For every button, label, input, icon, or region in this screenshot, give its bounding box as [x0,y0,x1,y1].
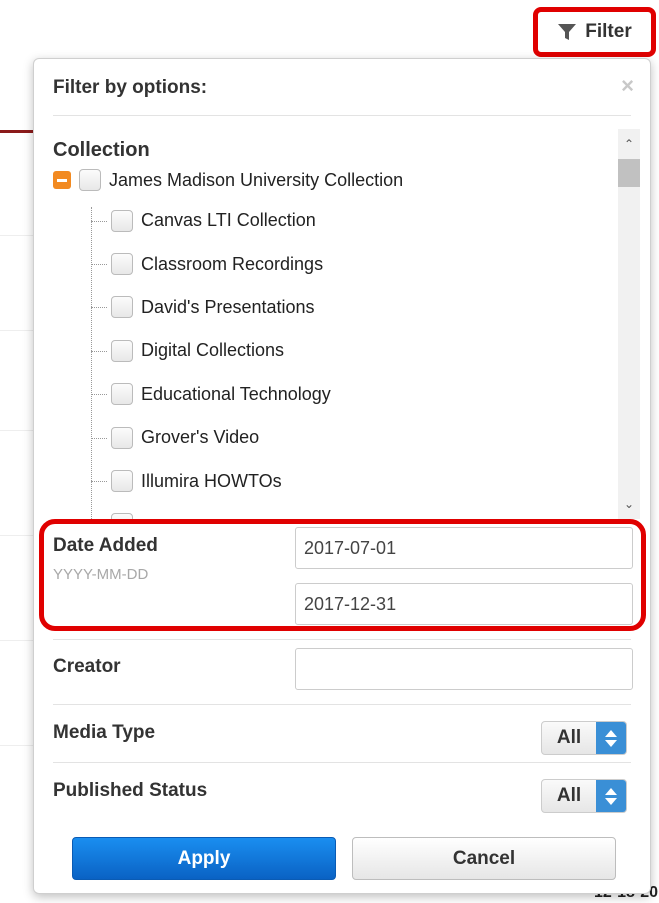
date-from-input[interactable]: 2017-07-01 [295,527,633,569]
tree-item-label: Educational Technology [141,383,331,404]
background-divider [0,130,34,133]
divider [53,704,631,705]
collection-tree: Collection James Madison University Coll… [53,129,640,519]
background-divider [0,640,34,641]
tree-item-checkbox[interactable] [111,426,133,449]
tree-item: Illumira HOWTOs [91,459,331,502]
divider [53,115,631,116]
tree-item: Digital Collections [91,329,331,372]
tree-item-checkbox[interactable] [111,470,133,493]
cancel-button[interactable]: Cancel [352,837,616,880]
tree-item [91,503,331,519]
background-divider [0,745,34,746]
date-to-input[interactable]: 2017-12-31 [295,583,633,625]
tree-root-label: James Madison University Collection [109,169,404,190]
tree-scrollbar[interactable]: ⌃ ⌄ [618,129,640,519]
media-type-label: Media Type [53,722,156,743]
divider [53,639,631,640]
minus-square-icon[interactable] [53,171,71,189]
close-icon[interactable]: × [621,73,634,99]
background-divider [0,235,34,236]
tree-item-checkbox[interactable] [111,209,133,232]
filter-button[interactable]: Filter [533,7,656,57]
published-status-select[interactable]: All [541,779,627,813]
published-status-label: Published Status [53,780,208,801]
tree-item-checkbox[interactable] [111,253,133,276]
select-arrows-icon [596,780,626,812]
select-arrows-icon [596,722,626,754]
tree-item: Educational Technology [91,373,331,416]
tree-item-label: David's Presentations [141,296,315,317]
tree-item-label: Illumira HOWTOs [141,470,282,491]
date-format-hint: YYYY-MM-DD [53,566,149,583]
media-type-value: All [556,727,582,748]
filter-funnel-icon [558,24,577,40]
tree-item-checkbox[interactable] [111,339,133,362]
tree-item-checkbox[interactable] [111,383,133,406]
tree-item-label: Grover's Video [141,427,260,448]
collection-heading: Collection [53,139,150,161]
background-divider [0,430,34,431]
tree-item: Canvas LTI Collection [91,199,331,242]
tree-item: Grover's Video [91,416,331,459]
date-added-label: Date Added [53,535,158,556]
root-checkbox[interactable] [79,169,101,191]
background-divider [0,535,34,536]
filter-panel: Filter by options: × Collection James Ma… [33,58,651,894]
scroll-down-icon[interactable]: ⌄ [618,493,640,515]
tree-item-label: Canvas LTI Collection [141,210,316,231]
published-status-value: All [556,785,582,806]
tree-item-label: Classroom Recordings [141,253,324,274]
tree-children: Canvas LTI Collection Classroom Recordin… [91,199,331,519]
panel-title: Filter by options: [53,77,208,98]
scroll-up-icon[interactable]: ⌃ [618,133,640,155]
media-type-select[interactable]: All [541,721,627,755]
tree-item: David's Presentations [91,286,331,329]
tree-root-item: James Madison University Collection [53,167,403,193]
tree-item-label: Digital Collections [141,340,285,361]
scroll-thumb[interactable] [618,159,640,187]
creator-input[interactable] [295,648,633,690]
background-divider [0,330,34,331]
creator-label: Creator [53,656,121,677]
tree-item-checkbox[interactable] [111,296,133,319]
filter-button-label: Filter [585,21,632,42]
apply-button[interactable]: Apply [72,837,336,880]
tree-item: Classroom Recordings [91,242,331,285]
divider [53,762,631,763]
